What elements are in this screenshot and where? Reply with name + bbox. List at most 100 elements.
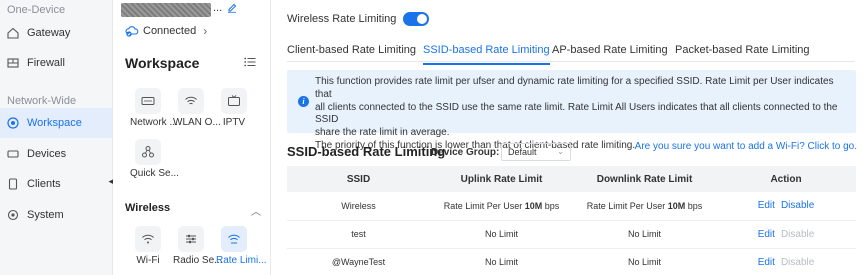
rate-value: 10M xyxy=(524,200,543,211)
rate-prefix: Rate Limit Per User xyxy=(443,200,525,211)
system-icon xyxy=(7,209,19,221)
column-header-downlink: Downlink Rate Limit xyxy=(573,166,716,192)
tile-wifi[interactable]: Wi-Fi xyxy=(130,226,166,266)
tile-quick-setup[interactable]: Quick Se... xyxy=(130,139,179,179)
workspace-icon xyxy=(7,117,19,129)
tile-rate-limiting[interactable]: Rate Limi... xyxy=(216,226,267,266)
firewall-icon xyxy=(7,57,19,69)
rate-prefix: No Limit xyxy=(627,229,661,239)
info-line: This function provides rate limit per uf… xyxy=(315,76,834,100)
left-nav: One-Device Gateway Firewall Network-Wide… xyxy=(0,0,113,275)
nav-item-label: Workspace xyxy=(27,117,82,129)
tile-wlan[interactable]: WLAN O... xyxy=(173,88,221,128)
action-cell: Edit Disable xyxy=(716,192,856,221)
downlink-cell: No Limit xyxy=(573,248,716,275)
rate-prefix: Rate Limit Per User xyxy=(586,200,668,211)
nav-item-label: Clients xyxy=(27,178,61,190)
nav-item-workspace[interactable]: Workspace xyxy=(0,108,112,138)
devices-icon xyxy=(7,148,19,160)
main-content: Wireless Rate Limiting Client-based Rate… xyxy=(272,0,863,275)
column-header-ssid: SSID xyxy=(287,166,430,192)
nav-item-label: System xyxy=(27,209,64,221)
nav-item-clients[interactable]: Clients xyxy=(0,169,112,199)
nav-item-gateway[interactable]: Gateway xyxy=(0,18,112,48)
workspace-panel: ... Connected › Workspace Network ... WL… xyxy=(113,0,271,275)
tile-label: IPTV xyxy=(222,117,246,128)
workspace-title: Workspace xyxy=(125,55,200,71)
info-icon: i xyxy=(298,96,309,107)
tile-iptv[interactable]: IPTV xyxy=(216,88,252,128)
ssid-cell: @WayneTest xyxy=(287,248,430,275)
rate-unit: bps xyxy=(542,200,560,211)
nav-item-system[interactable]: System xyxy=(0,200,112,230)
cloud-check-icon xyxy=(125,26,139,37)
edit-button[interactable]: Edit xyxy=(758,200,775,211)
disable-button: Disable xyxy=(780,256,815,268)
ssid-cell: Wireless xyxy=(287,192,430,221)
column-header-action: Action xyxy=(716,166,856,192)
tile-network[interactable]: Network ... xyxy=(130,88,178,128)
nav-item-devices[interactable]: Devices xyxy=(0,139,112,169)
rate-value: 10M xyxy=(667,200,686,211)
ssid-rate-table: SSID Uplink Rate Limit Downlink Rate Lim… xyxy=(287,166,856,275)
disable-button[interactable]: Disable xyxy=(781,200,814,211)
connection-status[interactable]: Connected › xyxy=(125,24,207,38)
rate-prefix: No Limit xyxy=(484,257,518,267)
column-header-uplink: Uplink Rate Limit xyxy=(430,166,573,192)
action-cell: Edit Disable xyxy=(716,248,856,275)
tab-bar: Client-based Rate Limiting SSID-based Ra… xyxy=(287,38,855,65)
nav-item-label: Firewall xyxy=(27,57,65,69)
edit-button[interactable]: Edit xyxy=(758,257,775,268)
tile-label: Rate Limi... xyxy=(216,255,267,266)
wlan-icon xyxy=(178,88,204,114)
chevron-up-icon[interactable]: ︿ xyxy=(251,203,261,218)
edit-button[interactable]: Edit xyxy=(758,229,775,240)
uplink-cell: No Limit xyxy=(430,248,573,275)
add-wifi-link[interactable]: Are you sure you want to add a Wi-Fi? Cl… xyxy=(635,141,857,152)
info-line: all clients connected to the SSID use th… xyxy=(315,101,838,126)
table-row: Wireless Rate Limit Per User 10M bps Rat… xyxy=(287,192,856,221)
tab-ap-based[interactable]: AP-based Rate Limiting xyxy=(552,44,668,63)
device-name-suffix: ... xyxy=(213,2,223,14)
info-line: share the rate limit in average. xyxy=(315,127,450,139)
network-icon xyxy=(135,88,161,114)
device-group-value: Default xyxy=(508,147,537,157)
downlink-cell: Rate Limit Per User 10M bps xyxy=(573,192,716,221)
tile-label: Network ... xyxy=(130,117,178,128)
device-name-redacted xyxy=(121,3,211,17)
clients-icon xyxy=(7,178,19,190)
device-group-label: Device Group: xyxy=(431,147,500,158)
downlink-cell: No Limit xyxy=(573,220,716,249)
table-row: @WayneTest No Limit No Limit Edit Disable xyxy=(287,248,856,275)
list-view-icon[interactable] xyxy=(244,57,256,70)
rate-unit: bps xyxy=(685,200,703,211)
uplink-cell: Rate Limit Per User 10M bps xyxy=(430,192,573,221)
device-group-select[interactable]: Default ⌄ xyxy=(501,143,571,161)
wireless-rate-limiting-label: Wireless Rate Limiting xyxy=(287,13,397,25)
tile-label: Wi-Fi xyxy=(136,255,160,266)
tile-label: Radio Se... xyxy=(173,255,223,266)
rate-limit-icon xyxy=(221,226,247,252)
wireless-rate-limiting-toggle[interactable] xyxy=(403,12,430,26)
tile-label: Quick Se... xyxy=(130,168,179,179)
rate-prefix: No Limit xyxy=(627,257,661,267)
nav-section-network-wide: Network-Wide xyxy=(7,95,77,107)
wifi-icon xyxy=(135,226,161,252)
disable-button: Disable xyxy=(780,228,815,240)
iptv-icon xyxy=(221,88,247,114)
table-row: test No Limit No Limit Edit Disable xyxy=(287,220,856,249)
tab-packet-based[interactable]: Packet-based Rate Limiting xyxy=(675,44,810,63)
rate-prefix: No Limit xyxy=(484,229,518,239)
gateway-icon xyxy=(7,27,19,39)
edit-icon[interactable] xyxy=(227,3,237,16)
nav-item-firewall[interactable]: Firewall xyxy=(0,48,112,78)
tab-client-based[interactable]: Client-based Rate Limiting xyxy=(287,44,416,63)
table-header-row: SSID Uplink Rate Limit Downlink Rate Lim… xyxy=(287,166,856,192)
nav-item-label: Gateway xyxy=(27,27,71,39)
uplink-cell: No Limit xyxy=(430,220,573,249)
info-banner: i This function provides rate limit per … xyxy=(287,70,856,151)
action-cell: Edit Disable xyxy=(716,220,856,249)
tab-ssid-based[interactable]: SSID-based Rate Limiting xyxy=(423,44,550,65)
quick-setup-icon xyxy=(135,139,161,165)
tile-radio-settings[interactable]: Radio Se... xyxy=(173,226,223,266)
